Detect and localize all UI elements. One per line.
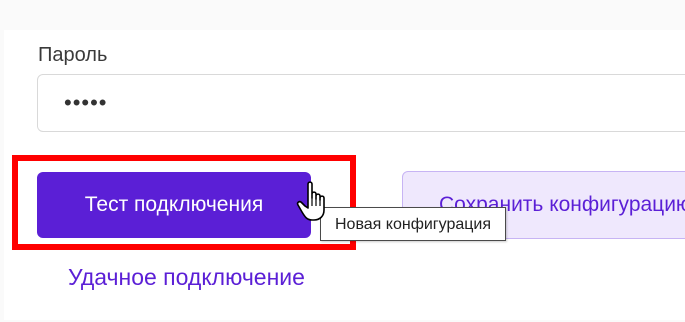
password-field[interactable]: •••••: [37, 74, 685, 132]
tooltip: Новая конфигурация: [320, 207, 507, 241]
connection-status: Удачное подключение: [68, 264, 305, 290]
page: Пароль ••••• Сохранить конфигурацию Тест…: [0, 0, 685, 322]
hand-pointer-icon: [296, 181, 325, 221]
password-label: Пароль: [38, 44, 108, 66]
password-value: •••••: [64, 90, 108, 115]
